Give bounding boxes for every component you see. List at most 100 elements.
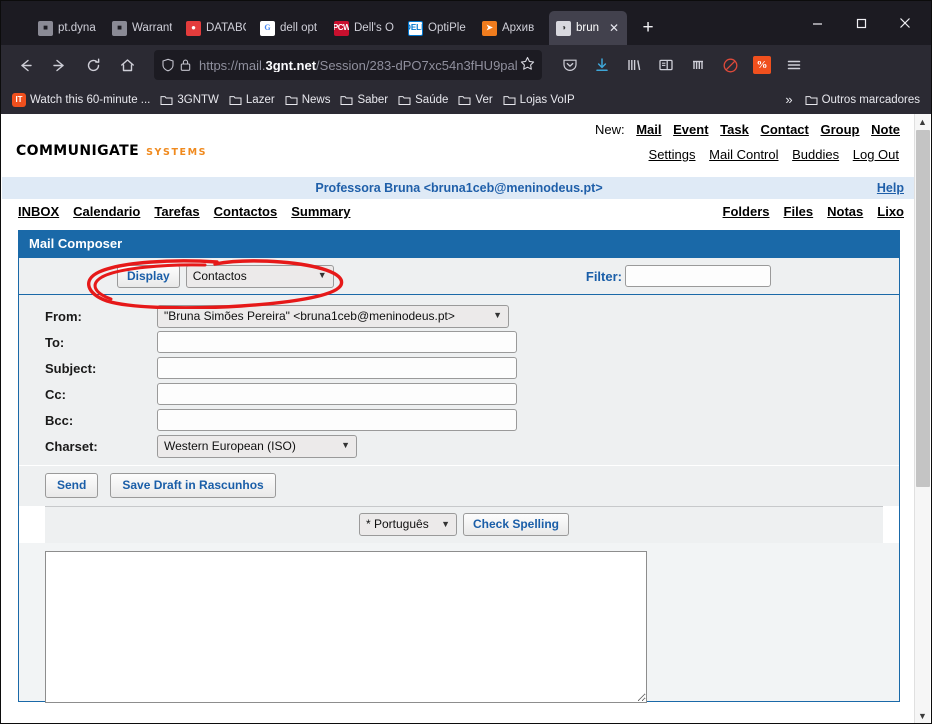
buddies-link[interactable]: Buddies	[792, 147, 839, 162]
module-nav-right: Folders Files Notas Lixo	[709, 204, 904, 219]
new-contact-link[interactable]: Contact	[760, 122, 808, 137]
tab-title: OptiPle	[428, 22, 466, 34]
message-body-textarea[interactable]	[45, 551, 647, 703]
browser-tab[interactable]: ● DATABO	[179, 11, 253, 45]
downloads-icon[interactable]	[586, 50, 618, 80]
display-button[interactable]: Display	[117, 264, 180, 288]
new-note-link[interactable]: Note	[871, 122, 900, 137]
nav-contactos[interactable]: Contactos	[214, 204, 278, 219]
bookmark-item[interactable]: Saber	[335, 92, 393, 108]
display-source-select[interactable]: Contactos ▼	[185, 264, 334, 288]
nav-lixo[interactable]: Lixo	[877, 204, 904, 219]
mail-composer-panel: Mail Composer Display Contactos ▼ Filter…	[18, 230, 900, 703]
folder-icon	[160, 94, 173, 106]
check-spelling-button[interactable]: Check Spelling	[462, 513, 570, 536]
minimize-button[interactable]	[795, 8, 839, 38]
extensions-icon[interactable]	[682, 50, 714, 80]
nav-tarefas[interactable]: Tarefas	[154, 204, 199, 219]
lock-icon[interactable]	[179, 58, 192, 72]
new-mail-link[interactable]: Mail	[636, 122, 661, 137]
nav-summary[interactable]: Summary	[291, 204, 350, 219]
nav-calendario[interactable]: Calendario	[73, 204, 140, 219]
subject-input[interactable]	[157, 357, 517, 379]
settings-link[interactable]: Settings	[649, 147, 696, 162]
chevron-double-right-icon: »	[785, 92, 793, 107]
bookmark-item[interactable]: Lojas VoIP	[498, 92, 580, 108]
from-label: From:	[45, 308, 82, 324]
browser-tab[interactable]: ■ Warrant	[105, 11, 179, 45]
bookmark-item[interactable]: News	[280, 92, 336, 108]
url-text[interactable]: https://mail.3gnt.net/Session/283-dPO7xc…	[196, 59, 517, 72]
bookmark-label: Lazer	[245, 93, 275, 106]
to-input[interactable]	[157, 331, 517, 353]
page-scrollbar[interactable]: ▲ ▼	[914, 114, 930, 723]
close-icon[interactable]: ✕	[608, 22, 620, 34]
library-icon[interactable]	[618, 50, 650, 80]
bookmarks-overflow-button[interactable]: »	[778, 92, 799, 107]
navigation-toolbar: https://mail.3gnt.net/Session/283-dPO7xc…	[1, 45, 931, 85]
other-bookmarks-label: Outros marcadores	[821, 93, 920, 106]
help-link[interactable]: Help	[877, 181, 904, 195]
new-group-link[interactable]: Group	[820, 122, 859, 137]
close-window-button[interactable]	[883, 8, 927, 38]
browser-tab-active[interactable]: ◑ brun ✕	[549, 11, 627, 45]
sidebar-icon[interactable]	[650, 50, 682, 80]
logout-link[interactable]: Log Out	[853, 147, 899, 162]
field-row-subject: Subject:	[19, 355, 899, 381]
shield-icon[interactable]	[161, 58, 175, 72]
cc-input[interactable]	[157, 383, 517, 405]
dell-icon: DELL	[408, 20, 423, 36]
pocket-icon[interactable]	[554, 50, 586, 80]
bookmark-label: Saber	[357, 93, 389, 106]
folder-icon	[398, 94, 411, 106]
other-bookmarks-button[interactable]: Outros marcadores	[800, 92, 925, 108]
bookmark-item[interactable]: 3GNTW	[155, 92, 224, 108]
translate-badge-icon[interactable]: %	[746, 50, 778, 80]
home-button[interactable]	[110, 49, 144, 81]
adblock-icon[interactable]	[714, 50, 746, 80]
address-bar[interactable]: https://mail.3gnt.net/Session/283-dPO7xc…	[154, 50, 542, 80]
maximize-button[interactable]	[839, 8, 883, 38]
nav-notas[interactable]: Notas	[827, 204, 863, 219]
back-button[interactable]	[8, 49, 42, 81]
scroll-down-arrow-icon[interactable]: ▼	[915, 708, 930, 723]
from-select[interactable]: "Bruna Simões Pereira" <bruna1ceb@menino…	[157, 304, 509, 328]
bcc-input[interactable]	[157, 409, 517, 431]
chevron-down-icon: ▼	[493, 310, 502, 321]
save-draft-button[interactable]: Save Draft in Rascunhos	[110, 473, 276, 498]
browser-tab[interactable]: G dell opt	[253, 11, 327, 45]
filter-label: Filter:	[585, 268, 622, 284]
new-event-link[interactable]: Event	[673, 122, 708, 137]
scroll-up-arrow-icon[interactable]: ▲	[915, 114, 930, 130]
scrollbar-thumb[interactable]	[916, 130, 930, 487]
folder-icon	[340, 94, 353, 106]
folder-icon	[805, 94, 818, 106]
menu-icon[interactable]	[778, 50, 810, 80]
charset-select[interactable]: Western European (ISO) ▼	[157, 434, 357, 458]
new-task-link[interactable]: Task	[720, 122, 749, 137]
send-button[interactable]: Send	[45, 473, 99, 498]
new-tab-button[interactable]: +	[633, 12, 663, 42]
spellcheck-language-select[interactable]: * Português ▼	[358, 513, 457, 536]
display-source-value: Contactos	[192, 268, 247, 283]
composer-actions: Send Save Draft in Rascunhos	[19, 465, 899, 506]
browser-tab[interactable]: ■ pt.dyna	[31, 11, 105, 45]
bookmark-star-icon[interactable]	[520, 56, 535, 74]
bookmark-item[interactable]: IT Watch this 60-minute ...	[7, 91, 155, 109]
forward-button[interactable]	[42, 49, 76, 81]
header-links: New: Mail Event Task Contact Group Note …	[595, 122, 904, 162]
filter-group: Filter:	[586, 265, 771, 287]
reload-button[interactable]	[76, 49, 110, 81]
bookmark-item[interactable]: Lazer	[224, 92, 280, 108]
browser-tab[interactable]: PCW Dell's O	[327, 11, 401, 45]
browser-tab[interactable]: DELL OptiPle	[401, 11, 475, 45]
tab-title: brun	[576, 22, 600, 34]
bookmark-item[interactable]: Ver	[453, 92, 497, 108]
nav-files[interactable]: Files	[784, 204, 814, 219]
bookmark-item[interactable]: Saúde	[393, 92, 453, 108]
nav-inbox[interactable]: INBOX	[18, 204, 59, 219]
nav-folders[interactable]: Folders	[723, 204, 770, 219]
filter-input[interactable]	[625, 265, 771, 287]
mail-control-link[interactable]: Mail Control	[709, 147, 778, 162]
browser-tab[interactable]: ➤ Архив	[475, 11, 549, 45]
